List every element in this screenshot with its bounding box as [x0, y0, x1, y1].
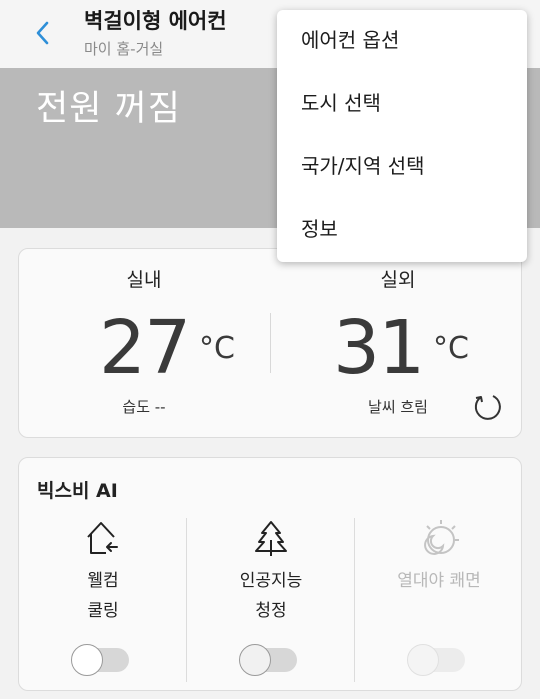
indoor-label: 실내: [126, 269, 162, 291]
device-location: 마이 홈-거실: [84, 40, 164, 58]
ai-purify-label-2: 청정: [255, 601, 287, 621]
ai-purify-feature: 인공지능 청정: [187, 518, 355, 688]
overflow-menu: 에어컨 옵션 도시 선택 국가/지역 선택 정보: [277, 10, 527, 262]
tropical-night-label: 열대야 쾌면: [397, 571, 481, 591]
menu-item-ac-options[interactable]: 에어컨 옵션: [301, 25, 399, 55]
moon-sun-icon: [424, 520, 459, 555]
ai-purify-label-1: 인공지능: [239, 571, 303, 591]
tropical-night-toggle[interactable]: [407, 644, 465, 676]
menu-item-info[interactable]: 정보: [301, 214, 338, 244]
welcome-cooling-feature: 웰컴 쿨링: [19, 518, 187, 688]
refresh-button[interactable]: [471, 389, 505, 423]
outdoor-temp-value: 31: [333, 305, 425, 391]
power-status-text: 전원 꺼짐: [36, 89, 181, 129]
menu-item-country-region-select[interactable]: 국가/지역 선택: [301, 151, 425, 181]
bixby-ai-card: 빅스비 AI 웰컴 쿨링 인공지능 청정 열대야 쾌면: [18, 457, 522, 691]
bixby-ai-title: 빅스비 AI: [37, 480, 118, 502]
device-title: 벽걸이형 에어컨: [84, 9, 227, 33]
tropical-night-sleep-feature: 열대야 쾌면: [355, 518, 523, 688]
chevron-left-icon: [36, 21, 49, 45]
temp-divider: [270, 313, 271, 373]
refresh-icon: [474, 395, 501, 420]
welcome-cooling-toggle[interactable]: [71, 644, 129, 676]
outdoor-label: 실외: [380, 269, 416, 291]
home-arrow-icon: [87, 522, 118, 554]
tree-icon: [255, 521, 287, 556]
menu-item-city-select[interactable]: 도시 선택: [301, 88, 381, 118]
back-button[interactable]: [26, 16, 60, 50]
ai-purify-toggle[interactable]: [239, 644, 297, 676]
indoor-humidity: 습도 --: [122, 398, 166, 416]
outdoor-temp-unit: °C: [433, 331, 469, 366]
indoor-temp-unit: °C: [199, 331, 235, 366]
indoor-temperature: 실내 27 °C 습도 --: [19, 249, 269, 439]
welcome-cooling-label-1: 웰컴: [87, 571, 119, 591]
temperature-card: 실내 27 °C 습도 -- 실외 31 °C 날씨 흐림: [18, 248, 522, 438]
welcome-cooling-label-2: 쿨링: [87, 601, 119, 621]
indoor-temp-value: 27: [99, 305, 191, 391]
